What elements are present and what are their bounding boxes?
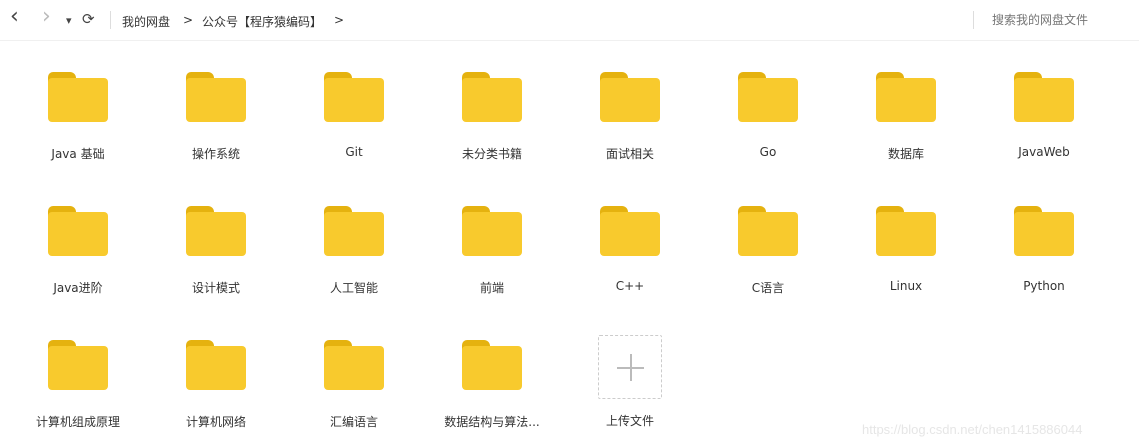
folder-name: 人工智能 — [329, 281, 378, 295]
folder-name: 面试相关 — [605, 147, 654, 161]
folder-item[interactable]: Java 基础 — [18, 72, 138, 162]
folder-item[interactable]: C语言 — [708, 206, 828, 296]
upload-label: 上传文件 — [605, 414, 654, 428]
folder-item[interactable]: 数据结构与算法... — [432, 340, 552, 430]
divider — [973, 11, 974, 29]
folder-name: 前端 — [479, 281, 504, 295]
folder-name: Linux — [889, 279, 923, 293]
forward-button[interactable]: › — [42, 4, 51, 29]
folder-icon — [600, 72, 660, 122]
folder-item[interactable]: Python — [984, 206, 1104, 293]
folder-icon — [462, 206, 522, 256]
folder-icon — [48, 206, 108, 256]
folder-icon — [324, 340, 384, 390]
folder-name: 数据库 — [887, 147, 924, 161]
search-input[interactable] — [992, 13, 1132, 27]
folder-item[interactable]: Git — [294, 72, 414, 159]
folder-item[interactable]: 人工智能 — [294, 206, 414, 296]
folder-icon — [186, 340, 246, 390]
folder-name: C语言 — [751, 281, 785, 295]
folder-icon — [738, 72, 798, 122]
folder-item[interactable]: 汇编语言 — [294, 340, 414, 430]
folder-icon — [876, 206, 936, 256]
folder-item[interactable]: 设计模式 — [156, 206, 276, 296]
upload-file-button[interactable]: 上传文件 — [570, 335, 690, 429]
breadcrumb-root[interactable]: 我的网盘 — [122, 13, 170, 30]
folder-name: 数据结构与算法... — [444, 415, 540, 429]
folder-name: 操作系统 — [191, 147, 240, 161]
toolbar: ‹ › ▾ ⟳ 我的网盘 > 公众号【程序猿编码】 > — [0, 0, 1139, 41]
folder-item[interactable]: JavaWeb — [984, 72, 1104, 159]
folder-icon — [462, 72, 522, 122]
folder-name: Python — [1023, 279, 1065, 293]
folder-item[interactable]: 未分类书籍 — [432, 72, 552, 162]
folder-icon — [48, 72, 108, 122]
folder-name: Git — [345, 145, 363, 159]
breadcrumb-separator: > — [183, 13, 194, 27]
folder-item[interactable]: 计算机网络 — [156, 340, 276, 430]
folder-name: C++ — [615, 279, 645, 293]
folder-icon — [600, 206, 660, 256]
folder-icon — [1014, 206, 1074, 256]
folder-name: Go — [759, 145, 777, 159]
folder-name: 计算机网络 — [185, 415, 246, 429]
folder-icon — [324, 72, 384, 122]
folder-name: JavaWeb — [1018, 145, 1070, 159]
folder-icon — [186, 72, 246, 122]
folder-item[interactable]: 面试相关 — [570, 72, 690, 162]
folder-name: Java进阶 — [53, 281, 103, 295]
folder-item[interactable]: 操作系统 — [156, 72, 276, 162]
folder-name: 汇编语言 — [329, 415, 378, 429]
folder-name: 未分类书籍 — [461, 147, 522, 161]
back-button[interactable]: ‹ — [10, 4, 19, 29]
refresh-icon[interactable]: ⟳ — [82, 10, 95, 28]
folder-item[interactable]: 数据库 — [846, 72, 966, 162]
folder-name: Java 基础 — [51, 147, 105, 161]
folder-icon — [462, 340, 522, 390]
folder-icon — [738, 206, 798, 256]
watermark: https://blog.csdn.net/chen1415886044 — [862, 422, 1083, 437]
folder-item[interactable]: Go — [708, 72, 828, 159]
folder-name: 设计模式 — [191, 281, 240, 295]
folder-item[interactable]: Linux — [846, 206, 966, 293]
history-dropdown-icon[interactable]: ▾ — [66, 14, 72, 27]
folder-item[interactable]: Java进阶 — [18, 206, 138, 296]
folder-item[interactable]: 前端 — [432, 206, 552, 296]
folder-icon — [186, 206, 246, 256]
plus-icon — [598, 335, 662, 399]
folder-name: 计算机组成原理 — [35, 415, 120, 429]
folder-item[interactable]: C++ — [570, 206, 690, 293]
folder-item[interactable]: 计算机组成原理 — [18, 340, 138, 430]
folder-icon — [48, 340, 108, 390]
breadcrumb-separator: > — [334, 13, 345, 27]
breadcrumb-current[interactable]: 公众号【程序猿编码】 — [202, 13, 322, 30]
divider — [110, 11, 111, 29]
folder-icon — [876, 72, 936, 122]
folder-icon — [324, 206, 384, 256]
folder-icon — [1014, 72, 1074, 122]
